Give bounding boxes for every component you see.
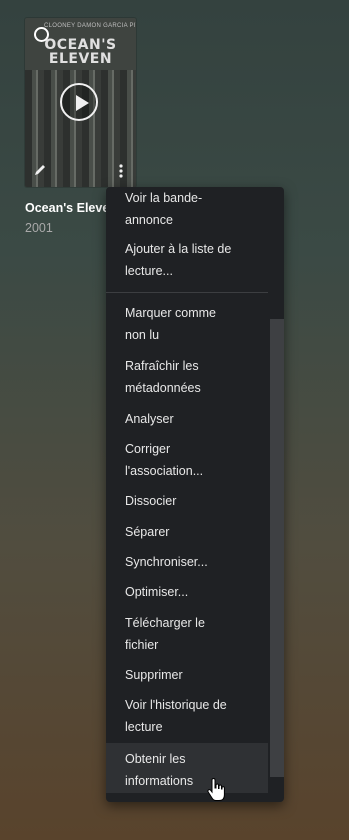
circle-select-icon[interactable] (34, 27, 49, 42)
menu-scrollbar-thumb[interactable] (270, 319, 284, 777)
menu-item-label: non lu (125, 328, 160, 342)
menu-item-label: Rafraîchir les (125, 359, 199, 373)
menu-item-label: annonce (125, 213, 173, 227)
menu-item-label: Optimiser... (125, 585, 189, 599)
menu-item-label: Supprimer (125, 668, 183, 682)
menu-item-download-file[interactable]: Télécharger le fichier (106, 612, 268, 656)
hand-pointer-icon (207, 778, 225, 801)
play-icon[interactable] (60, 83, 98, 121)
menu-item-unmatch[interactable]: Dissocier (106, 490, 268, 512)
menu-item-refresh-metadata[interactable]: Rafraîchir les métadonnées (106, 355, 268, 399)
menu-item-add-to-playlist[interactable]: Ajouter à la liste de lecture... (106, 238, 268, 282)
menu-item-trailer[interactable]: Voir la bande- annonce (106, 187, 268, 231)
menu-item-label: Télécharger le (125, 616, 205, 630)
context-menu: Voir la bande- annonce Ajouter à la list… (106, 187, 284, 802)
menu-item-label: Marquer comme (125, 306, 216, 320)
menu-item-sync[interactable]: Synchroniser... (106, 551, 268, 573)
card-title[interactable]: Ocean's Eleve (25, 201, 109, 215)
menu-item-fix-match[interactable]: Corriger l'association... (106, 438, 268, 482)
menu-item-label: Dissocier (125, 494, 177, 508)
menu-item-label: Obtenir les (125, 752, 186, 766)
menu-item-label: Analyser (125, 412, 174, 426)
menu-item-view-history[interactable]: Voir l'historique de lecture (106, 694, 268, 738)
menu-item-get-info[interactable]: Obtenir les informations (106, 743, 268, 793)
menu-item-label: fichier (125, 638, 159, 652)
menu-item-label: Corriger (125, 442, 171, 456)
menu-item-analyze[interactable]: Analyser (106, 408, 268, 430)
menu-item-label: lecture (125, 720, 163, 734)
menu-item-split[interactable]: Séparer (106, 521, 268, 543)
menu-divider (106, 292, 268, 293)
menu-item-label: lecture... (125, 264, 173, 278)
menu-item-label: métadonnées (125, 381, 201, 395)
menu-item-label: Ajouter à la liste de (125, 242, 232, 256)
menu-item-label: Séparer (125, 525, 170, 539)
pencil-icon[interactable] (33, 163, 47, 177)
menu-item-label: Voir l'historique de (125, 698, 227, 712)
vertical-ellipsis-icon[interactable] (117, 163, 125, 179)
menu-item-delete[interactable]: Supprimer (106, 664, 268, 686)
card-year: 2001 (25, 221, 53, 235)
poster-title: OCEAN'S ELEVEN (25, 38, 136, 66)
menu-item-label: l'association... (125, 464, 204, 478)
poster-title-line2: ELEVEN (48, 51, 113, 67)
menu-item-label: Synchroniser... (125, 555, 208, 569)
menu-item-label: informations (125, 774, 194, 788)
menu-item-mark-unread[interactable]: Marquer comme non lu (106, 302, 268, 346)
menu-item-label: Voir la bande- (125, 191, 203, 205)
menu-item-optimize[interactable]: Optimiser... (106, 581, 268, 603)
